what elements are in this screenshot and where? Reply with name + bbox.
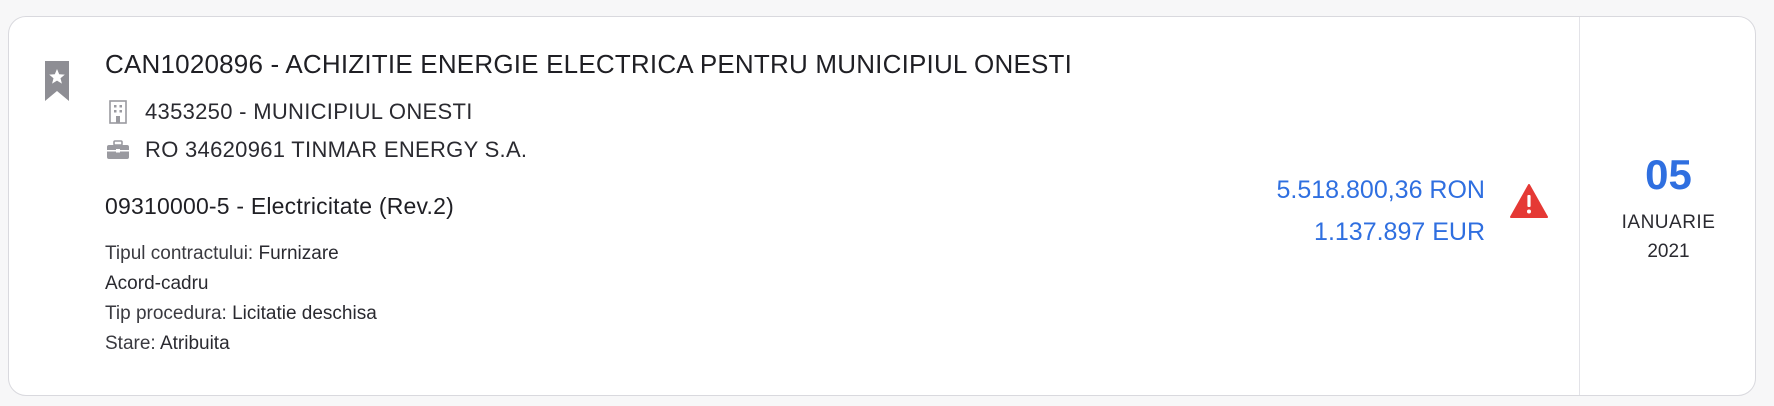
supplier-row: RO 34620961 TINMAR ENERGY S.A. xyxy=(105,135,1245,165)
bookmark-star-icon[interactable] xyxy=(43,59,71,103)
procedure-value: Licitatie deschisa xyxy=(232,303,377,324)
value-eur: 1.137.897 EUR xyxy=(1314,218,1485,246)
status-label: Stare: xyxy=(105,333,156,354)
contract-type-value: Furnizare xyxy=(258,243,339,264)
date-panel: 05 IANUARIE 2021 xyxy=(1580,17,1755,395)
tender-details: Tipul contractului: Furnizare Acord-cadr… xyxy=(105,239,1245,359)
contract-type-line: Tipul contractului: Furnizare xyxy=(105,239,1245,269)
cpv-code: 09310000-5 - Electricitate (Rev.2) xyxy=(105,193,454,219)
contract-values: 5.518.800,36 RON 1.137.897 EUR xyxy=(1277,169,1485,253)
briefcase-icon xyxy=(105,137,131,163)
authority-row: 4353250 - MUNICIPIUL ONESTI xyxy=(105,97,1245,127)
value-ron: 5.518.800,36 RON xyxy=(1276,176,1485,204)
tender-card[interactable]: CAN1020896 - ACHIZITIE ENERGIE ELECTRICA… xyxy=(8,16,1756,396)
contract-type-label: Tipul contractului: xyxy=(105,243,254,264)
status-line: Stare: Atribuita xyxy=(105,329,1245,359)
date-month: IANUARIE xyxy=(1621,212,1716,233)
status-value: Atribuita xyxy=(159,333,230,354)
authority-link[interactable]: 4353250 - MUNICIPIUL ONESTI xyxy=(145,99,473,125)
procedure-line: Tip procedura: Licitatie deschisa xyxy=(105,299,1245,329)
warning-triangle-icon[interactable] xyxy=(1509,183,1549,219)
tender-title[interactable]: CAN1020896 - ACHIZITIE ENERGIE ELECTRICA… xyxy=(105,47,1245,81)
framework-value: Acord-cadru xyxy=(105,273,209,294)
tender-main: CAN1020896 - ACHIZITIE ENERGIE ELECTRICA… xyxy=(105,47,1245,359)
date-year: 2021 xyxy=(1647,241,1690,262)
procedure-label: Tip procedura: xyxy=(105,303,227,324)
date-day: 05 xyxy=(1645,151,1692,198)
supplier-link[interactable]: RO 34620961 TINMAR ENERGY S.A. xyxy=(145,137,527,163)
framework-line: Acord-cadru xyxy=(105,269,1245,299)
building-icon xyxy=(105,99,131,125)
